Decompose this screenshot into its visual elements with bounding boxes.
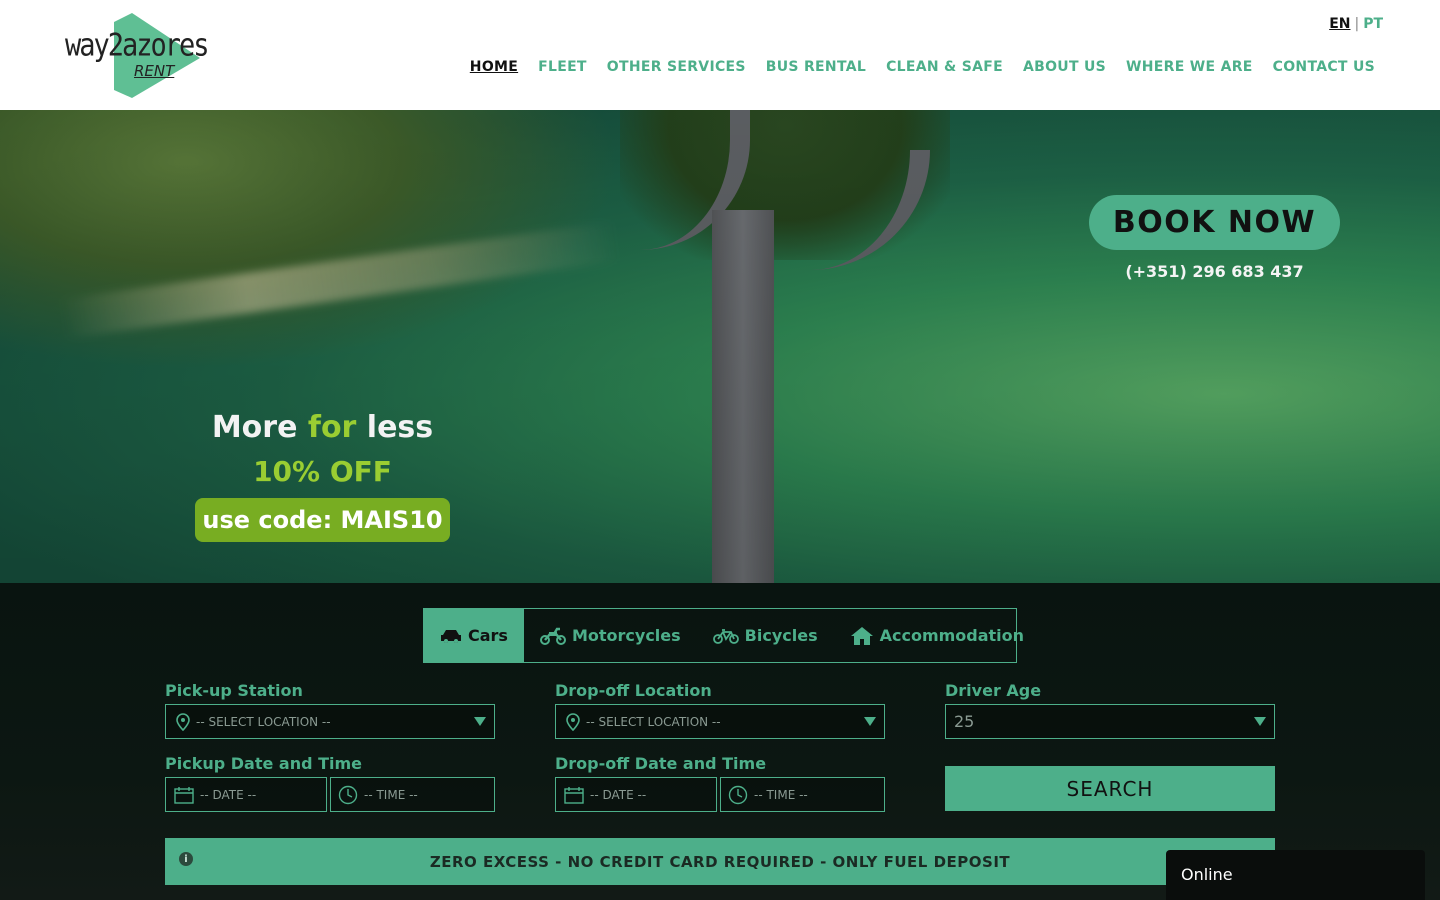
- dropoff-location-label: Drop-off Location: [555, 681, 712, 700]
- promo-headline: More for less: [195, 410, 450, 445]
- vehicle-type-tabs: Cars Motorcycles Bicycles Accommodation: [423, 608, 1024, 663]
- search-button[interactable]: SEARCH: [945, 766, 1275, 811]
- tab-cars[interactable]: Cars: [424, 609, 524, 662]
- tab-motorcycles-label: Motorcycles: [571, 626, 681, 645]
- phone-number[interactable]: (+351) 296 683 437: [1089, 262, 1340, 281]
- bicycle-icon: [712, 628, 739, 644]
- lang-separator: |: [1354, 16, 1360, 32]
- nav-contact-us[interactable]: CONTACT US: [1273, 59, 1375, 75]
- pickup-station-value: -- SELECT LOCATION --: [196, 714, 331, 729]
- tab-motorcycles[interactable]: Motorcycles: [524, 609, 697, 662]
- site-header: way2azores RENT EN | PT HOME FLEET OTHER S…: [0, 0, 1440, 110]
- nav-home[interactable]: HOME: [470, 59, 518, 75]
- dropoff-time-value: -- TIME --: [754, 787, 808, 802]
- chat-status: Online: [1181, 865, 1233, 884]
- pickup-datetime-label: Pickup Date and Time: [165, 754, 363, 773]
- chevron-down-icon: [1254, 717, 1266, 726]
- hero-banner: More for less 10% OFF use code: MAIS10 B…: [0, 110, 1440, 583]
- tab-bicycles[interactable]: Bicycles: [697, 609, 834, 662]
- tab-accommodation-label: Accommodation: [879, 626, 1025, 645]
- tab-bicycles-label: Bicycles: [744, 626, 818, 645]
- nav-bus-rental[interactable]: BUS RENTAL: [766, 59, 866, 75]
- logo-sub-text: RENT: [134, 62, 175, 80]
- promo-for: for: [307, 410, 357, 445]
- dropoff-time-input[interactable]: -- TIME --: [720, 777, 885, 812]
- promo-more: More: [211, 410, 308, 445]
- motorcycle-icon: [539, 627, 566, 645]
- pickup-time-value: -- TIME --: [364, 787, 418, 802]
- dropoff-date-input[interactable]: -- DATE --: [555, 777, 717, 812]
- nav-other-services[interactable]: OTHER SERVICES: [607, 59, 746, 75]
- chevron-down-icon: [864, 717, 876, 726]
- main-nav: HOME FLEET OTHER SERVICES BUS RENTAL CLE…: [470, 59, 1375, 75]
- pickup-station-select[interactable]: -- SELECT LOCATION --: [165, 704, 495, 739]
- location-pin-icon: [566, 712, 580, 731]
- promo-block: More for less 10% OFF use code: MAIS10: [195, 410, 450, 542]
- promo-less: less: [356, 410, 434, 445]
- tab-cars-label: Cars: [468, 626, 508, 645]
- info-icon: i: [179, 852, 193, 866]
- house-icon: [850, 626, 873, 645]
- language-switcher: EN | PT: [1329, 16, 1383, 32]
- info-banner: i ZERO EXCESS - NO CREDIT CARD REQUIRED …: [165, 838, 1275, 885]
- dropoff-location-value: -- SELECT LOCATION --: [586, 714, 721, 729]
- lang-en-link[interactable]: EN: [1329, 16, 1350, 32]
- driver-age-label: Driver Age: [945, 681, 1042, 700]
- clock-icon: [728, 785, 748, 804]
- chat-widget[interactable]: Online: [1166, 850, 1425, 900]
- calendar-icon: [174, 786, 194, 804]
- pickup-station-label: Pick-up Station: [165, 681, 303, 700]
- calendar-icon: [564, 786, 584, 804]
- nav-clean-safe[interactable]: CLEAN & SAFE: [886, 59, 1003, 75]
- driver-age-select[interactable]: 25: [945, 704, 1275, 739]
- pickup-time-input[interactable]: -- TIME --: [330, 777, 495, 812]
- pickup-date-input[interactable]: -- DATE --: [165, 777, 327, 812]
- promo-discount: 10% OFF: [253, 455, 392, 488]
- logo[interactable]: way2azores RENT: [62, 10, 210, 100]
- location-pin-icon: [176, 712, 190, 731]
- tab-accommodation[interactable]: Accommodation: [834, 609, 1040, 662]
- info-text: ZERO EXCESS - NO CREDIT CARD REQUIRED - …: [429, 852, 1011, 871]
- nav-fleet[interactable]: FLEET: [538, 59, 587, 75]
- logo-main-text: way2azores: [65, 27, 210, 64]
- lang-pt-link[interactable]: PT: [1363, 16, 1383, 32]
- driver-age-value: 25: [954, 712, 975, 731]
- pickup-date-value: -- DATE --: [200, 787, 257, 802]
- car-icon: [441, 629, 461, 643]
- clock-icon: [338, 785, 358, 804]
- dropoff-location-select[interactable]: -- SELECT LOCATION --: [555, 704, 885, 739]
- dropoff-datetime-label: Drop-off Date and Time: [555, 754, 767, 773]
- nav-where-we-are[interactable]: WHERE WE ARE: [1126, 59, 1253, 75]
- dropoff-date-value: -- DATE --: [590, 787, 647, 802]
- chevron-down-icon: [474, 717, 486, 726]
- nav-about-us[interactable]: ABOUT US: [1023, 59, 1106, 75]
- promo-code-badge: use code: MAIS10: [195, 498, 450, 542]
- book-now-button[interactable]: BOOK NOW: [1089, 195, 1340, 250]
